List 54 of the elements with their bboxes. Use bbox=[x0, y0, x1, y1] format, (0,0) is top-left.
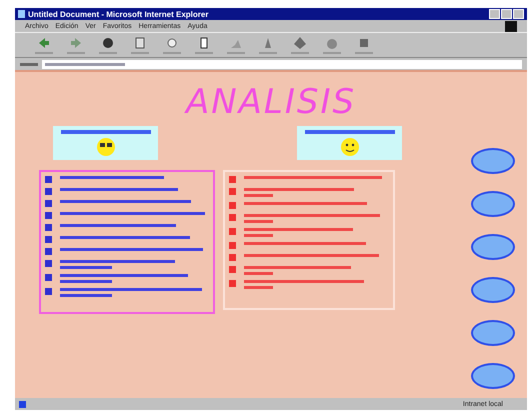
toolbar-button[interactable] bbox=[99, 36, 117, 54]
forward-arrow-icon bbox=[69, 36, 83, 50]
bullet-icon bbox=[45, 288, 52, 295]
toolbar-button[interactable] bbox=[131, 36, 149, 54]
nav-button[interactable] bbox=[471, 234, 515, 260]
text-line bbox=[244, 234, 273, 237]
diamond-icon bbox=[293, 36, 307, 50]
nav-button[interactable] bbox=[471, 191, 515, 217]
circle-icon bbox=[101, 36, 115, 50]
bullet-icon bbox=[45, 200, 52, 207]
nav-button[interactable] bbox=[471, 320, 515, 346]
text-line bbox=[244, 194, 273, 197]
maximize-button[interactable] bbox=[501, 9, 512, 19]
bullet-icon bbox=[229, 202, 236, 209]
bullet-icon bbox=[45, 224, 52, 231]
bullet-icon bbox=[45, 188, 52, 195]
bullet-icon bbox=[45, 274, 52, 281]
text-line bbox=[244, 286, 273, 289]
text-line bbox=[60, 266, 112, 269]
text-line bbox=[60, 280, 112, 283]
back-arrow-icon bbox=[37, 36, 51, 50]
window-title: Untitled Document - Microsoft Internet Explorer bbox=[28, 10, 208, 18]
address-label-line bbox=[20, 62, 38, 66]
text-line bbox=[60, 294, 112, 297]
bullet-icon bbox=[229, 280, 236, 287]
bullet-icon bbox=[45, 236, 52, 243]
text-line bbox=[244, 272, 273, 275]
nav-button[interactable] bbox=[471, 363, 515, 389]
close-button[interactable] bbox=[513, 9, 524, 19]
square-icon bbox=[357, 36, 371, 50]
nav-button[interactable] bbox=[471, 148, 515, 174]
text-line bbox=[244, 220, 273, 223]
circle-icon bbox=[325, 36, 339, 50]
bullet-icon bbox=[45, 212, 52, 219]
ring-icon bbox=[165, 36, 179, 50]
bullet-icon bbox=[229, 266, 236, 273]
bullet-icon bbox=[45, 248, 52, 255]
minimize-button[interactable] bbox=[489, 9, 500, 19]
smiley-icon bbox=[94, 137, 116, 157]
bullet-icon bbox=[229, 242, 236, 249]
page-heading: ANALISIS bbox=[186, 82, 356, 122]
bullet-icon bbox=[229, 188, 236, 195]
toolbar-button[interactable] bbox=[195, 36, 213, 54]
logo-icon bbox=[505, 20, 517, 32]
nav-button[interactable] bbox=[471, 277, 515, 303]
browser-icon bbox=[18, 10, 25, 18]
bullet-icon bbox=[229, 228, 236, 235]
bullet-icon bbox=[45, 260, 52, 267]
bullet-icon bbox=[45, 176, 52, 183]
bullet-icon bbox=[229, 176, 236, 183]
bullet-icon bbox=[229, 254, 236, 261]
smiley-icon bbox=[338, 137, 360, 157]
bullet-icon bbox=[229, 214, 236, 221]
address-field[interactable] bbox=[42, 60, 522, 68]
